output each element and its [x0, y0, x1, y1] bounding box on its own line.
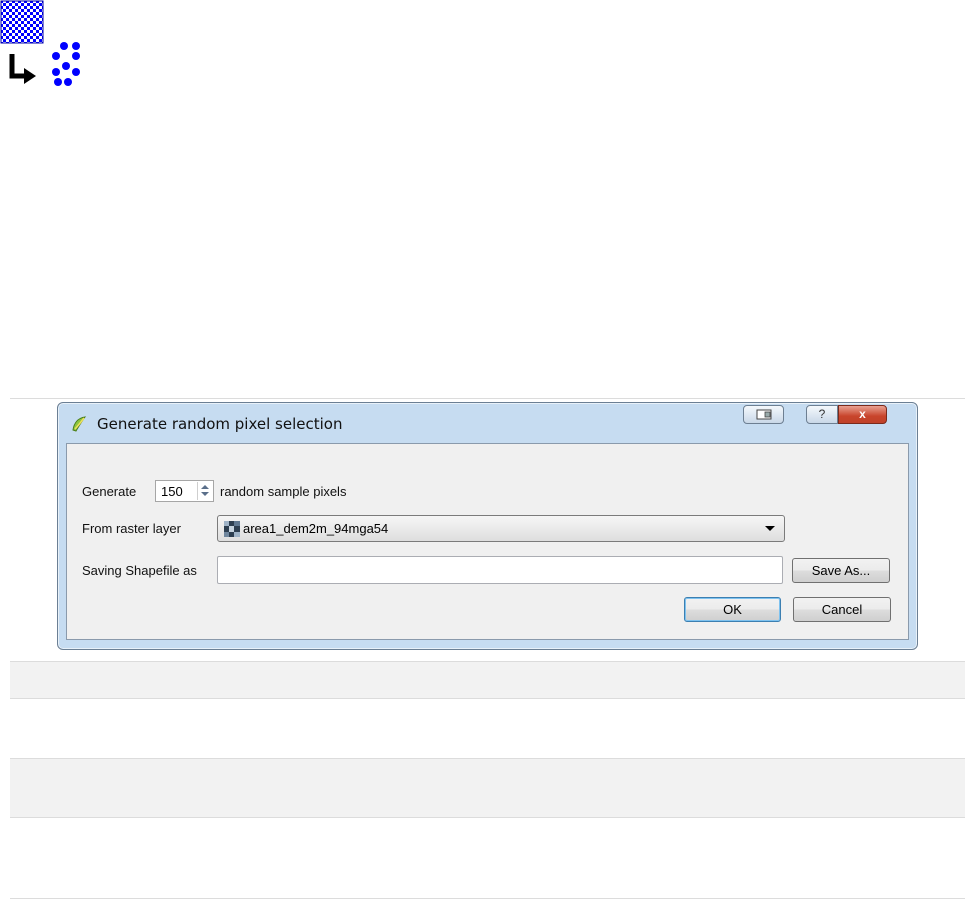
generate-label: Generate: [82, 484, 137, 499]
shapefile-path-input[interactable]: [217, 556, 783, 584]
save-shapefile-label: Saving Shapefile as: [82, 563, 197, 578]
sample-count-value: 150: [161, 484, 183, 499]
row-divider: [10, 661, 965, 662]
dialog-title: Generate random pixel selection: [97, 415, 343, 433]
table-row: [10, 758, 965, 817]
random-pixel-selection-icon: [0, 0, 80, 86]
raster-layer-label: From raster layer: [82, 521, 181, 536]
raster-layer-value: area1_dem2m_94mga54: [243, 521, 389, 536]
close-button[interactable]: x: [838, 405, 887, 424]
restore-button[interactable]: [743, 405, 784, 424]
dialog-titlebar[interactable]: Generate random pixel selection ? x: [58, 403, 917, 445]
restore-window-icon: [756, 409, 771, 420]
close-icon: x: [859, 407, 866, 421]
generate-random-pixel-dialog: Generate random pixel selection ? x Gene…: [57, 402, 918, 650]
row-divider: [10, 398, 965, 399]
sample-suffix-label: random sample pixels: [220, 484, 347, 499]
ok-button[interactable]: OK: [684, 597, 781, 622]
row-divider: [10, 758, 965, 759]
cancel-button[interactable]: Cancel: [793, 597, 891, 622]
question-mark-icon: ?: [818, 407, 826, 421]
raster-layer-icon: [224, 521, 240, 537]
sample-count-spinbox[interactable]: 150: [155, 480, 214, 502]
spinbox-arrows[interactable]: [197, 482, 212, 500]
row-divider: [10, 698, 965, 699]
qgis-icon: [72, 416, 87, 432]
save-as-button[interactable]: Save As...: [792, 558, 890, 583]
spin-down-icon[interactable]: [201, 492, 209, 496]
chevron-down-icon[interactable]: [765, 526, 775, 531]
row-divider: [10, 817, 965, 818]
help-button[interactable]: ?: [806, 405, 838, 424]
spin-up-icon[interactable]: [201, 485, 209, 489]
row-divider: [10, 898, 965, 899]
dialog-body: Generate 150 random sample pixels From r…: [66, 443, 909, 640]
raster-layer-select[interactable]: area1_dem2m_94mga54: [217, 515, 785, 542]
table-row: [10, 661, 965, 698]
